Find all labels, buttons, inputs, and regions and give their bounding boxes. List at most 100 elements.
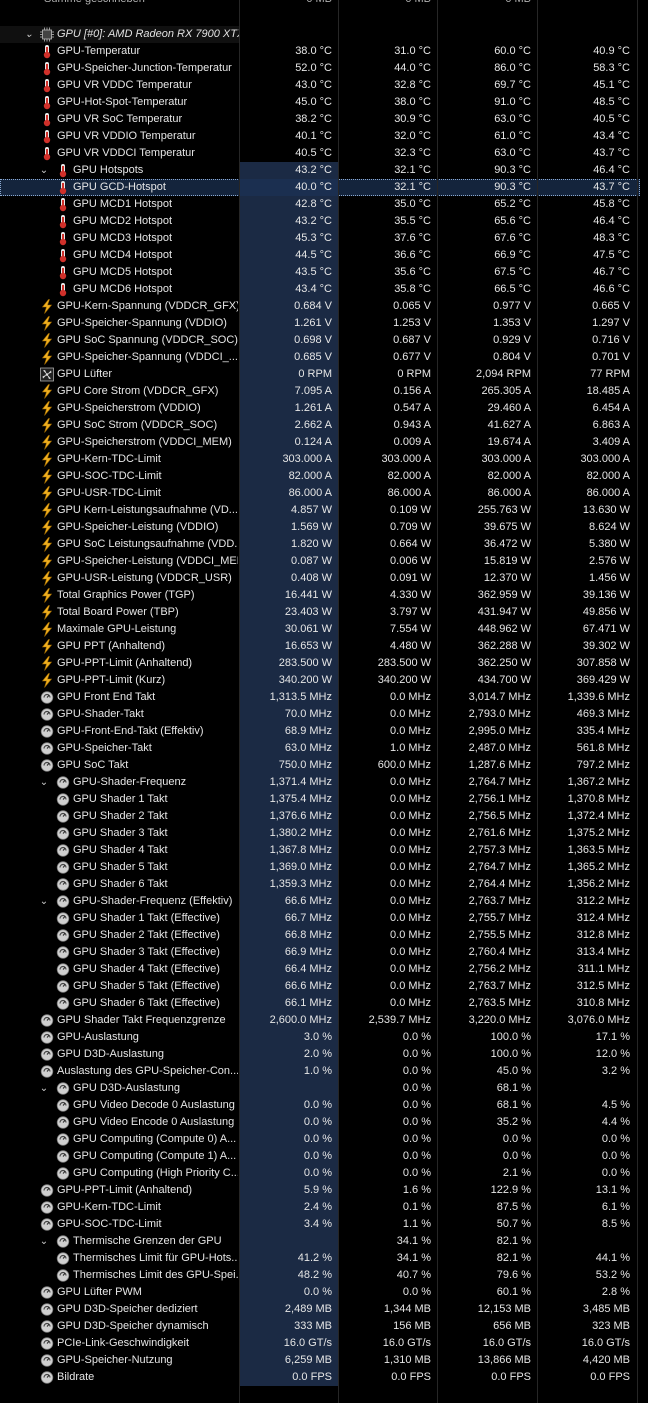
sensor-row[interactable]: GPU-Front-End-Takt (Effektiv) 68.9 MHz 0.0… bbox=[0, 723, 640, 740]
sensor-row[interactable]: GPU SoC Strom (VDDCR_SOC) 2.662 A 0.943 A 4… bbox=[0, 417, 640, 434]
sensor-row[interactable]: GPU Kern-Leistungsaufnahme (VD... 4.857 W… bbox=[0, 502, 640, 519]
sensor-row[interactable]: GPU-Shader-Takt 70.0 MHz 0.0 MHz 2,793.0 MH… bbox=[0, 706, 640, 723]
sensor-row[interactable]: GPU-Hot-Spot-Temperatur 45.0 °C 38.0 °C 91.… bbox=[0, 94, 640, 111]
maximum-value: 15.819 W bbox=[483, 555, 531, 567]
sensor-row[interactable]: GPU GCD-Hotspot 40.0 °C 32.1 °C 90.3 °C 43.7… bbox=[0, 179, 640, 196]
sensor-row[interactable]: GPU-PPT-Limit (Anhaltend) 283.500 W 283.50… bbox=[0, 655, 640, 672]
sensor-row[interactable]: GPU-PPT-Limit (Anhaltend) 5.9 % 1.6 % 122.9… bbox=[0, 1182, 640, 1199]
sensor-row[interactable]: GPU D3D-Speicher dediziert 2,489 MB 1,344 … bbox=[0, 1301, 640, 1318]
sensor-row[interactable]: GPU-SOC-TDC-Limit 82.000 A 82.000 A 82.000 … bbox=[0, 468, 640, 485]
maximum-value: 100.0 % bbox=[490, 1048, 531, 1060]
sensor-row[interactable]: ⌄ GPU D3D-Auslastung 0.0 % 68.1 % bbox=[0, 1080, 640, 1097]
sensor-row[interactable]: Thermisches Limit des GPU-Spei... 48.2 % 4… bbox=[0, 1267, 640, 1284]
sensor-row[interactable]: GPU-Speicher-Leistung (VDDIO) 1.569 W 0.70… bbox=[0, 519, 640, 536]
sensor-row[interactable]: GPU Shader 5 Takt 1,369.0 MHz 0.0 MHz 2,764… bbox=[0, 859, 640, 876]
collapse-chevron-icon[interactable]: ⌄ bbox=[38, 162, 50, 179]
minimum-value: 0.0 MHz bbox=[390, 844, 431, 856]
sensor-row[interactable]: Auslastung des GPU-Speicher-Con... 1.0 % 0… bbox=[0, 1063, 640, 1080]
collapse-chevron-icon[interactable]: ⌄ bbox=[23, 26, 35, 43]
sensor-row[interactable]: GPU MCD6 Hotspot 43.4 °C 35.8 °C 66.5 °C 46.… bbox=[0, 281, 640, 298]
sensor-row[interactable]: GPU-Speicher-Junction-Temperatur 52.0 °C 4… bbox=[0, 60, 640, 77]
sensor-row[interactable]: GPU Shader Takt Frequenzgrenze 2,600.0 MH… bbox=[0, 1012, 640, 1029]
sensor-row[interactable]: Bildrate 0.0 FPS 0.0 FPS 0.0 FPS 0.0 FPS bbox=[0, 1369, 640, 1386]
sensor-row[interactable]: GPU VR VDDCI Temperatur 40.5 °C 32.3 °C 63.… bbox=[0, 145, 640, 162]
sensor-row[interactable]: GPU-Speicherstrom (VDDIO) 1.261 A 0.547 A 2… bbox=[0, 400, 640, 417]
sensor-row[interactable]: GPU MCD4 Hotspot 44.5 °C 36.6 °C 66.9 °C 47.… bbox=[0, 247, 640, 264]
collapse-chevron-icon[interactable]: ⌄ bbox=[38, 1080, 50, 1097]
sensor-row[interactable]: Total Board Power (TBP) 23.403 W 3.797 W 43… bbox=[0, 604, 640, 621]
sensor-row[interactable]: GPU PPT (Anhaltend) 16.653 W 4.480 W 362.28… bbox=[0, 638, 640, 655]
sensor-row[interactable]: GPU D3D-Speicher dynamisch 333 MB 156 MB 65… bbox=[0, 1318, 640, 1335]
sensor-row[interactable]: GPU MCD5 Hotspot 43.5 °C 35.6 °C 67.5 °C 46.… bbox=[0, 264, 640, 281]
sensor-row[interactable]: GPU-Kern-TDC-Limit 303.000 A 303.000 A 303.… bbox=[0, 451, 640, 468]
sensor-row[interactable]: GPU Shader 1 Takt 1,375.4 MHz 0.0 MHz 2,756… bbox=[0, 791, 640, 808]
sensor-row[interactable]: GPU-Speicher-Leistung (VDDCI_MEM) 0.087 W… bbox=[0, 553, 640, 570]
sensor-row[interactable]: GPU Shader 2 Takt 1,376.6 MHz 0.0 MHz 2,756… bbox=[0, 808, 640, 825]
sensor-row[interactable]: GPU Shader 3 Takt (Effective) 66.9 MHz 0.0… bbox=[0, 944, 640, 961]
sensor-row[interactable]: GPU Computing (Compute 1) A... 0.0 % 0.0 %… bbox=[0, 1148, 640, 1165]
sensor-row[interactable]: GPU VR VDDC Temperatur 43.0 °C 32.8 °C 69.7… bbox=[0, 77, 640, 94]
sensor-row[interactable]: GPU VR VDDIO Temperatur 40.1 °C 32.0 °C 61.… bbox=[0, 128, 640, 145]
sensor-row[interactable]: Total Graphics Power (TGP) 16.441 W 4.330 … bbox=[0, 587, 640, 604]
sensor-name-cell: GPU-PPT-Limit (Kurz) bbox=[0, 672, 239, 689]
sensor-row[interactable]: GPU-Speicherstrom (VDDCI_MEM) 0.124 A 0.00… bbox=[0, 434, 640, 451]
sensor-row[interactable]: GPU-Speicher-Spannung (VDDIO) 1.261 V 1.25… bbox=[0, 315, 640, 332]
average-value: 44.1 % bbox=[595, 1252, 630, 1264]
sensor-row[interactable]: GPU Shader 4 Takt 1,367.8 MHz 0.0 MHz 2,757… bbox=[0, 842, 640, 859]
sensor-row[interactable]: Thermisches Limit für GPU-Hots... 41.2 % 3… bbox=[0, 1250, 640, 1267]
lightning-bolt-icon bbox=[40, 571, 54, 586]
sensor-row[interactable]: ⌄ GPU-Shader-Frequenz (Effektiv) 66.6 MHz 0… bbox=[0, 893, 640, 910]
sensor-row[interactable]: PCIe-Link-Geschwindigkeit 16.0 GT/s 16.0 G… bbox=[0, 1335, 640, 1352]
sensor-row[interactable]: GPU Shader 1 Takt (Effective) 66.7 MHz 0.0… bbox=[0, 910, 640, 927]
sensor-row[interactable]: GPU MCD3 Hotspot 45.3 °C 37.6 °C 67.6 °C 48.… bbox=[0, 230, 640, 247]
sensor-row[interactable]: GPU-USR-Leistung (VDDCR_USR) 0.408 W 0.091… bbox=[0, 570, 640, 587]
sensor-row[interactable]: GPU Lüfter PWM 0.0 % 0.0 % 60.1 % 2.8 % bbox=[0, 1284, 640, 1301]
sensor-row[interactable]: GPU Shader 5 Takt (Effective) 66.6 MHz 0.0… bbox=[0, 978, 640, 995]
sensor-row[interactable]: GPU Shader 4 Takt (Effective) 66.4 MHz 0.0… bbox=[0, 961, 640, 978]
collapse-chevron-icon[interactable]: ⌄ bbox=[38, 1233, 50, 1250]
sensor-row[interactable]: GPU-Speicher-Nutzung 6,259 MB 1,310 MB 13,8… bbox=[0, 1352, 640, 1369]
sensor-row[interactable]: GPU-SOC-TDC-Limit 3.4 % 1.1 % 50.7 % 8.5 % bbox=[0, 1216, 640, 1233]
average-value: 45.1 °C bbox=[593, 79, 630, 91]
sensor-row[interactable]: GPU-Temperatur 38.0 °C 31.0 °C 60.0 °C 40.9 … bbox=[0, 43, 640, 60]
sensor-row[interactable]: GPU VR SoC Temperatur 38.2 °C 30.9 °C 63.0 … bbox=[0, 111, 640, 128]
sensor-row[interactable]: GPU Shader 3 Takt 1,380.2 MHz 0.0 MHz 2,761… bbox=[0, 825, 640, 842]
collapse-chevron-icon[interactable]: ⌄ bbox=[38, 774, 50, 791]
collapse-chevron-icon[interactable]: ⌄ bbox=[38, 893, 50, 910]
sensor-row[interactable]: GPU Video Encode 0 Auslastung 0.0 % 0.0 % 3… bbox=[0, 1114, 640, 1131]
sensor-row[interactable]: GPU-USR-TDC-Limit 86.000 A 86.000 A 86.000 … bbox=[0, 485, 640, 502]
average-value: 797.2 MHz bbox=[576, 759, 630, 771]
sensor-row[interactable]: GPU Core Strom (VDDCR_GFX) 7.095 A 0.156 A… bbox=[0, 383, 640, 400]
sensor-row[interactable]: GPU D3D-Auslastung 2.0 % 0.0 % 100.0 % 12.0 … bbox=[0, 1046, 640, 1063]
sensor-label: GPU Shader 3 Takt bbox=[73, 827, 168, 839]
sensor-row[interactable]: GPU Shader 6 Takt (Effective) 66.1 MHz 0.0… bbox=[0, 995, 640, 1012]
sensor-row[interactable]: GPU-PPT-Limit (Kurz) 340.200 W 340.200 W 43… bbox=[0, 672, 640, 689]
sensor-row[interactable]: GPU MCD1 Hotspot 42.8 °C 35.0 °C 65.2 °C 45.… bbox=[0, 196, 640, 213]
device-group-row[interactable]: ⌄ GPU [#0]: AMD Radeon RX 7900 XTX: ASUS … bbox=[0, 26, 640, 43]
sensor-row[interactable]: GPU Front End Takt 1,313.5 MHz 0.0 MHz 3,01… bbox=[0, 689, 640, 706]
sensor-row[interactable]: ⌄ Thermische Grenzen der GPU 34.1 % 82.1 % bbox=[0, 1233, 640, 1250]
sensor-row[interactable]: GPU-Kern-Spannung (VDDCR_GFX) 0.684 V 0.06… bbox=[0, 298, 640, 315]
maximum-value: 255.763 W bbox=[477, 504, 531, 516]
sensor-row[interactable]: GPU Computing (High Priority C... 0.0 % 0.… bbox=[0, 1165, 640, 1182]
sensor-row[interactable]: ⌄ GPU-Shader-Frequenz 1,371.4 MHz 0.0 MHz 2,… bbox=[0, 774, 640, 791]
sensor-name-cell: GPU-Kern-Spannung (VDDCR_GFX) bbox=[0, 298, 239, 315]
sensor-row[interactable]: Maximale GPU-Leistung 30.061 W 7.554 W 448.… bbox=[0, 621, 640, 638]
sensor-row[interactable]: GPU Lüfter 0 RPM 0 RPM 2,094 RPM 77 RPM bbox=[0, 366, 640, 383]
sensor-row[interactable]: GPU SoC Spannung (VDDCR_SOC) 0.698 V 0.687… bbox=[0, 332, 640, 349]
sensor-row[interactable]: GPU-Speicher-Takt 63.0 MHz 1.0 MHz 2,487.0 … bbox=[0, 740, 640, 757]
sensor-row[interactable]: GPU-Kern-TDC-Limit 2.4 % 0.1 % 87.5 % 6.1 % bbox=[0, 1199, 640, 1216]
sensor-row[interactable]: GPU-Speicher-Spannung (VDDCI_... 0.685 V 0… bbox=[0, 349, 640, 366]
sensor-row[interactable]: GPU Video Decode 0 Auslastung 0.0 % 0.0 % 6… bbox=[0, 1097, 640, 1114]
sensor-row[interactable]: GPU SoC Leistungsaufnahme (VDD... 1.820 W… bbox=[0, 536, 640, 553]
minimum-value: 36.6 °C bbox=[394, 249, 431, 261]
sensor-row[interactable]: GPU Shader 6 Takt 1,359.3 MHz 0.0 MHz 2,764… bbox=[0, 876, 640, 893]
sensor-row[interactable]: GPU Shader 2 Takt (Effective) 66.8 MHz 0.0… bbox=[0, 927, 640, 944]
sensor-row[interactable]: GPU SoC Takt 750.0 MHz 600.0 MHz 1,287.6 MH… bbox=[0, 757, 640, 774]
sensor-row[interactable]: GPU Computing (Compute 0) A... 0.0 % 0.0 %… bbox=[0, 1131, 640, 1148]
sensor-row[interactable]: GPU MCD2 Hotspot 43.2 °C 35.5 °C 65.6 °C 46.… bbox=[0, 213, 640, 230]
sensor-name-cell: GPU-Front-End-Takt (Effektiv) bbox=[0, 723, 239, 740]
sensor-row[interactable]: ⌄ GPU Hotspots 43.2 °C 32.1 °C 90.3 °C 46.4 °… bbox=[0, 162, 640, 179]
sensor-row[interactable]: GPU-Auslastung 3.0 % 0.0 % 100.0 % 17.1 % bbox=[0, 1029, 640, 1046]
sensor-grid: Summe geschrieben 0 MB 0 MB 0 MB ⌄ GPU [#… bbox=[0, 0, 648, 1403]
